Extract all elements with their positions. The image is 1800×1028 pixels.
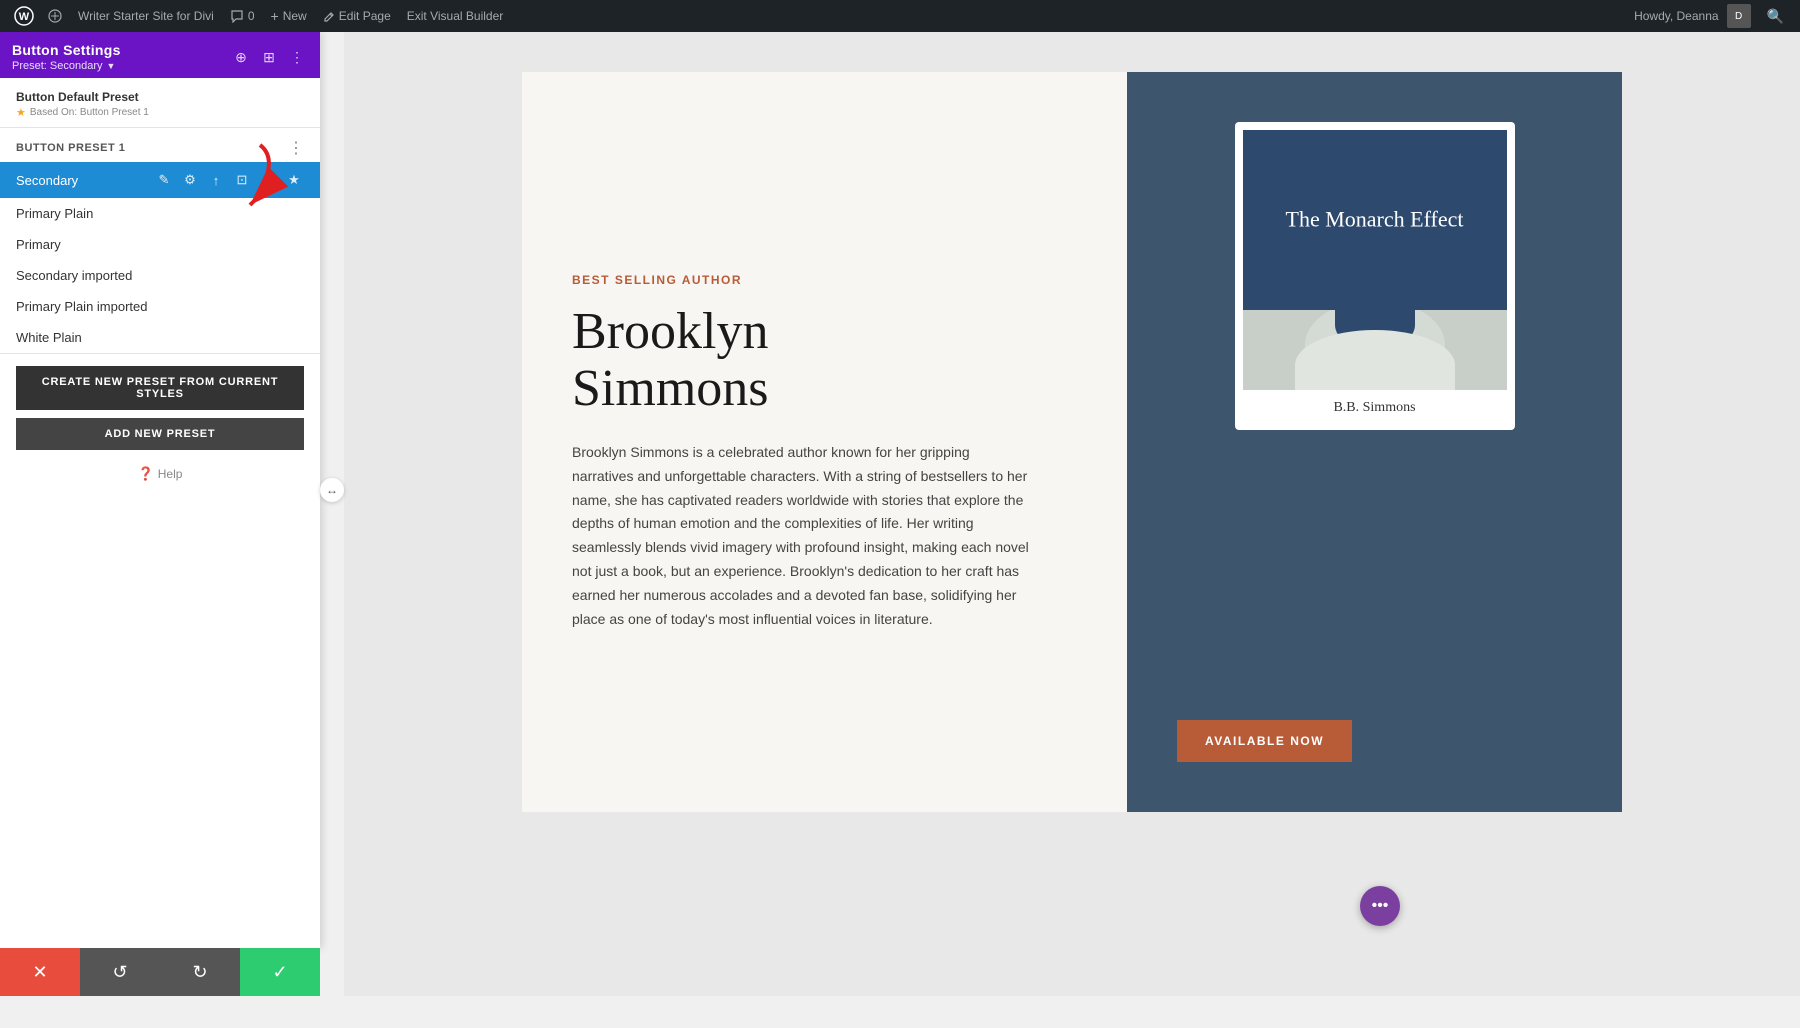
book-ornament bbox=[1243, 310, 1507, 390]
author-name: Brooklyn Simmons bbox=[572, 303, 1077, 417]
settings-icon[interactable]: ⚙ bbox=[180, 170, 200, 190]
best-selling-label: BEST SELLING AUTHOR bbox=[572, 273, 1077, 287]
text-section: BEST SELLING AUTHOR Brooklyn Simmons Bro… bbox=[522, 72, 1127, 812]
book-section: The Monarch Effect B.B. Simmons AVAILABL… bbox=[1127, 72, 1622, 812]
preset-item-actions: ✎ ⚙ ↑ ⊡ ✕ ★ bbox=[154, 170, 304, 190]
available-now-button[interactable]: AVAILABLE NOW bbox=[1177, 720, 1352, 762]
delete-icon[interactable]: ✕ bbox=[258, 170, 278, 190]
default-preset-sub: ★ Based On: Button Preset 1 bbox=[16, 106, 304, 119]
comments-link[interactable]: 0 bbox=[222, 0, 263, 32]
panel-content: Button Default Preset ★ Based On: Button… bbox=[0, 78, 320, 948]
book-author: B.B. Simmons bbox=[1243, 390, 1507, 422]
panel-header: Button Settings Preset: Secondary ▼ ⊕ ⊞ … bbox=[0, 32, 320, 78]
undo-button[interactable]: ↺ bbox=[80, 948, 160, 996]
create-preset-button[interactable]: CREATE NEW PRESET FROM CURRENT STYLES bbox=[16, 366, 304, 410]
button-settings-panel: Button Settings Preset: Secondary ▼ ⊕ ⊞ … bbox=[0, 32, 320, 948]
star-icon: ★ bbox=[16, 106, 26, 119]
fab-button[interactable]: ••• bbox=[1360, 886, 1400, 926]
author-bio: Brooklyn Simmons is a celebrated author … bbox=[572, 441, 1032, 631]
preset-group-more-icon[interactable]: ⋮ bbox=[288, 138, 304, 158]
preset-item-primary-plain[interactable]: Primary Plain bbox=[0, 198, 320, 229]
chevron-down-icon: ▼ bbox=[107, 61, 116, 71]
more-options-icon[interactable]: ⋮ bbox=[286, 46, 308, 68]
site-name[interactable]: Writer Starter Site for Divi bbox=[70, 0, 222, 32]
add-preset-button[interactable]: ADD NEW PRESET bbox=[16, 418, 304, 450]
export-icon[interactable]: ↑ bbox=[206, 170, 226, 190]
preset-item-primary[interactable]: Primary bbox=[0, 229, 320, 260]
new-link[interactable]: + New bbox=[263, 0, 315, 32]
resize-handle-icon: ↔ bbox=[320, 478, 344, 502]
user-avatar[interactable]: D bbox=[1727, 4, 1751, 28]
preset-item-label: White Plain bbox=[16, 330, 304, 345]
panel-header-left: Button Settings Preset: Secondary ▼ bbox=[12, 42, 121, 72]
top-navigation: W Writer Starter Site for Divi 0 + New E… bbox=[0, 0, 1800, 32]
panel-title: Button Settings bbox=[12, 42, 121, 58]
save-button[interactable]: ✓ bbox=[240, 948, 320, 996]
close-button[interactable]: ✕ bbox=[0, 948, 80, 996]
svg-text:W: W bbox=[19, 11, 30, 23]
page-inner: BEST SELLING AUTHOR Brooklyn Simmons Bro… bbox=[522, 72, 1622, 812]
book-cover-bg: The Monarch Effect bbox=[1243, 130, 1507, 310]
bottom-bar: ✕ ↺ ↻ ✓ bbox=[0, 948, 320, 996]
panel-header-icons: ⊕ ⊞ ⋮ bbox=[230, 46, 308, 68]
default-preset-title: Button Default Preset bbox=[16, 90, 304, 104]
target-icon[interactable]: ⊕ bbox=[230, 46, 252, 68]
main-content: BEST SELLING AUTHOR Brooklyn Simmons Bro… bbox=[344, 32, 1800, 996]
book-title: The Monarch Effect bbox=[1269, 206, 1480, 235]
duplicate-icon[interactable]: ⊡ bbox=[232, 170, 252, 190]
exit-builder-link[interactable]: Exit Visual Builder bbox=[399, 0, 512, 32]
preset-item-secondary[interactable]: Secondary ✎ ⚙ ↑ ⊡ ✕ ★ bbox=[0, 162, 320, 198]
default-preset-section: Button Default Preset ★ Based On: Button… bbox=[0, 78, 320, 128]
preset-item-white-plain[interactable]: White Plain bbox=[0, 322, 320, 353]
preset-item-primary-plain-imported[interactable]: Primary Plain imported bbox=[0, 291, 320, 322]
howdy-label: Howdy, Deanna bbox=[1634, 9, 1719, 23]
panel-action-buttons: CREATE NEW PRESET FROM CURRENT STYLES AD… bbox=[0, 353, 320, 502]
edit-page-link[interactable]: Edit Page bbox=[315, 0, 399, 32]
star-icon[interactable]: ★ bbox=[284, 170, 304, 190]
preset-item-label: Primary Plain bbox=[16, 206, 304, 221]
help-icon: ❓ bbox=[138, 466, 154, 482]
fab-icon: ••• bbox=[1372, 897, 1389, 915]
edit-icon[interactable]: ✎ bbox=[154, 170, 174, 190]
redo-button[interactable]: ↻ bbox=[160, 948, 240, 996]
preset-item-label: Secondary imported bbox=[16, 268, 304, 283]
search-icon[interactable]: 🔍 bbox=[1759, 8, 1792, 25]
preset-item-label: Secondary bbox=[16, 173, 154, 188]
book-card: The Monarch Effect B.B. Simmons bbox=[1235, 122, 1515, 430]
preset-group-header: Button Preset 1 ⋮ bbox=[0, 128, 320, 162]
page-canvas: BEST SELLING AUTHOR Brooklyn Simmons Bro… bbox=[344, 32, 1800, 996]
resize-handle[interactable]: ↔ bbox=[320, 32, 344, 948]
wordpress-logo[interactable]: W bbox=[8, 0, 40, 32]
preset-item-label: Primary bbox=[16, 237, 304, 252]
preset-item-secondary-imported[interactable]: Secondary imported bbox=[0, 260, 320, 291]
help-link[interactable]: ❓ Help bbox=[16, 458, 304, 490]
site-icon[interactable] bbox=[40, 0, 70, 32]
preset-group-title: Button Preset 1 bbox=[16, 142, 125, 154]
preset-item-label: Primary Plain imported bbox=[16, 299, 304, 314]
book-card-image: The Monarch Effect bbox=[1243, 130, 1507, 390]
nav-right: Howdy, Deanna D 🔍 bbox=[1634, 4, 1792, 28]
columns-icon[interactable]: ⊞ bbox=[258, 46, 280, 68]
preset-label[interactable]: Preset: Secondary ▼ bbox=[12, 60, 121, 72]
